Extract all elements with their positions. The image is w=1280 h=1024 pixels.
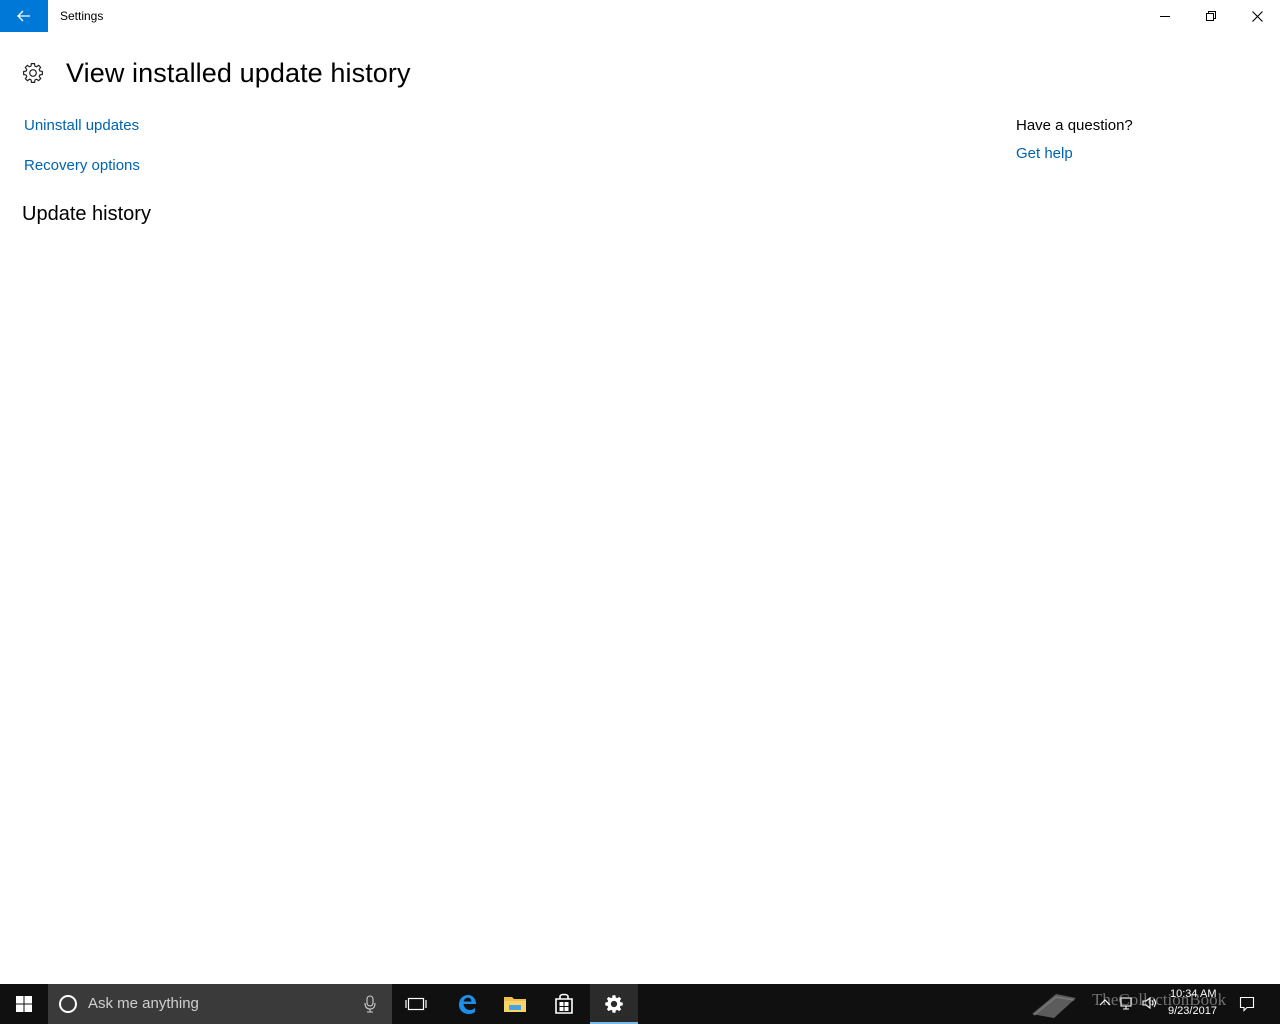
search-box[interactable]: Ask me anything [48,984,392,1024]
store-taskbar-button[interactable] [540,984,588,1024]
action-center-icon[interactable] [1239,995,1255,1013]
task-view-icon [405,997,427,1011]
minimize-icon [1160,16,1170,17]
search-placeholder: Ask me anything [88,995,199,1012]
minimize-button[interactable] [1142,0,1188,32]
close-button[interactable] [1234,0,1280,32]
restore-icon [1206,11,1216,21]
page-title: View installed update history [66,57,411,88]
back-arrow-icon [17,10,30,22]
store-icon [555,993,573,1014]
edge-icon [459,995,476,1014]
settings-window: Settings View installed update history U… [0,0,1280,984]
close-icon [1251,10,1263,22]
update-history-heading: Update history [22,203,151,225]
cortana-icon [59,995,77,1013]
gear-icon [22,62,44,84]
file-explorer-taskbar-button[interactable] [491,984,539,1024]
uninstall-updates-link[interactable]: Uninstall updates [24,117,139,134]
help-question-label: Have a question? [1016,117,1133,134]
settings-icon [605,995,623,1013]
clock-date[interactable]: 9/23/2017 [1168,1005,1217,1017]
start-button[interactable] [0,984,48,1024]
volume-icon[interactable] [1142,994,1158,1012]
recovery-options-link[interactable]: Recovery options [24,157,140,174]
title-bar: Settings [0,0,1280,32]
task-view-button[interactable] [392,984,440,1024]
clock-time[interactable]: 10:34 AM [1170,988,1216,1000]
window-title: Settings [60,9,104,23]
back-button[interactable] [0,0,48,32]
chevron-up-icon[interactable] [1097,994,1113,1012]
network-icon[interactable] [1119,994,1135,1012]
file-explorer-icon [504,997,526,1012]
get-help-link[interactable]: Get help [1016,145,1073,162]
restore-button[interactable] [1188,0,1234,32]
windows-logo-icon [16,996,32,1012]
settings-taskbar-button[interactable] [590,984,638,1024]
microphone-icon[interactable] [362,994,378,1014]
page-header: View installed update history [22,56,411,90]
edge-taskbar-button[interactable] [443,984,491,1024]
